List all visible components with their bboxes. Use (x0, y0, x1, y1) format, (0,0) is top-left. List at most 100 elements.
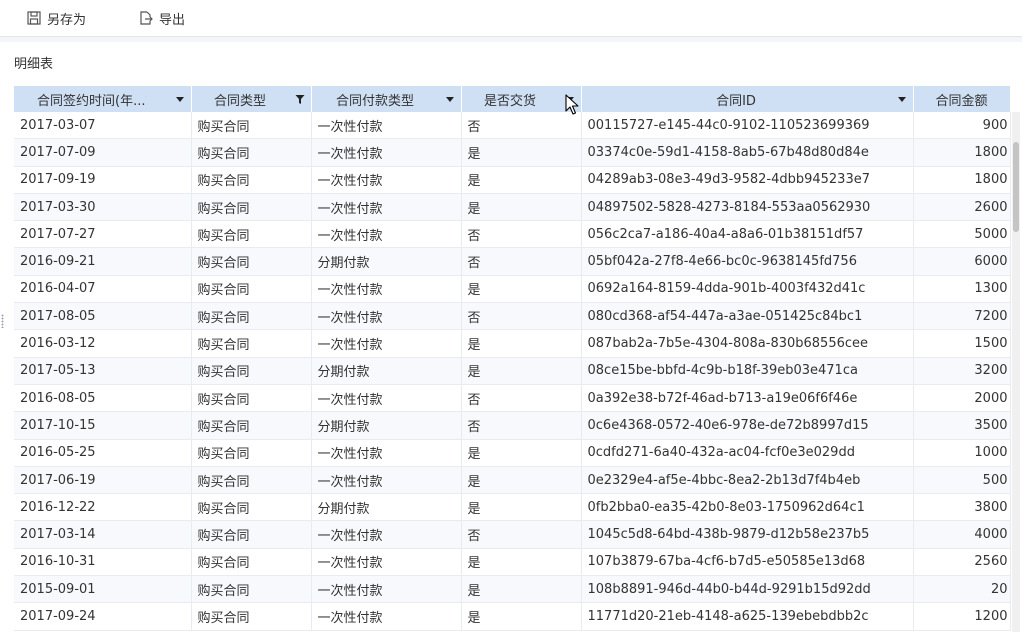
table-cell: 是 (461, 329, 582, 358)
table-cell: 2016-05-25 (14, 439, 192, 467)
table-row[interactable]: 2016-03-12 购买合同 一次性付款是 087bab2a-7b5e-4304-8… (14, 329, 1011, 358)
column-header-2[interactable]: 合同付款类型 (311, 86, 462, 112)
table-cell: 一次性付款 (311, 602, 462, 631)
table-cell: 购买合同 (191, 575, 312, 604)
table-cell: 2015-09-01 (14, 575, 192, 604)
table-cell: 00115727-e145-44c0-9102-110523699369 (581, 112, 914, 140)
column-header-label: 合同付款类型 (335, 93, 414, 109)
table-cell: 购买合同 (191, 247, 312, 276)
table-cell: 1800 (913, 166, 1011, 194)
table-cell: 是 (461, 138, 582, 167)
table-cell: 0fb2bba0-ea35-42b0-8e03-1750962d64c1 (581, 493, 914, 522)
table-cell: 一次性付款 (311, 193, 462, 222)
table-cell: 一次性付款 (311, 575, 462, 604)
table-cell: 购买合同 (191, 466, 312, 495)
table-row[interactable]: 2016-08-05 购买合同 一次性付款否 0a392e38-b72f-46ad-b… (14, 384, 1011, 413)
column-header-1[interactable]: 合同类型 (191, 86, 312, 112)
table-cell: 108b8891-946d-44b0-b44d-9291b15d92dd (581, 575, 914, 604)
table-cell: 否 (461, 520, 582, 549)
table-row[interactable]: 2017-10-15 购买合同 分期付款否 0c6e4368-0572-40e6-97… (14, 411, 1011, 440)
table-row[interactable]: 2015-09-01 购买合同 一次性付款是 108b8891-946d-44b0-b… (14, 575, 1011, 604)
table-row[interactable]: 2017-07-27 购买合同 一次性付款否 056c2ca7-a186-40a4-a… (14, 220, 1011, 249)
table-cell: 是 (461, 602, 582, 631)
column-header-3[interactable]: 是否交货 (461, 86, 582, 112)
table-cell: 购买合同 (191, 112, 312, 140)
table-cell: 7200 (913, 302, 1011, 331)
table-row[interactable]: 2016-09-21 购买合同 分期付款否 05bf042a-27f8-4e66-bc… (14, 247, 1011, 276)
table-cell: 0c6e4368-0572-40e6-978e-de72b8997d15 (581, 411, 914, 440)
table-body: 2017-03-07 购买合同 一次性付款否 00115727-e145-44c0-9… (14, 112, 1011, 631)
table-cell: 2017-08-05 (14, 302, 192, 331)
mouse-cursor-icon (565, 94, 579, 115)
table-row[interactable]: 2016-10-31 购买合同 一次性付款是 107b3879-67ba-4cf6-b… (14, 548, 1011, 577)
export-button[interactable]: 导出 (132, 0, 191, 36)
table-row[interactable]: 2017-06-19 购买合同 一次性付款是 0e2329e4-af5e-4bbc-8… (14, 466, 1011, 495)
table-cell: 2017-09-19 (14, 166, 192, 194)
table-cell: 3800 (913, 493, 1011, 522)
table-cell: 一次性付款 (311, 548, 462, 577)
table-cell: 3200 (913, 357, 1011, 385)
table-cell: 是 (461, 357, 582, 385)
table-row[interactable]: 2017-09-24 购买合同 一次性付款是 11771d20-21eb-4148-a… (14, 602, 1011, 631)
table-cell: 2017-07-09 (14, 138, 192, 167)
table-cell: 购买合同 (191, 520, 312, 549)
scrollbar-thumb[interactable] (1013, 142, 1019, 232)
table-row[interactable]: 2017-03-30 购买合同 一次性付款是 04897502-5828-4273-8… (14, 193, 1011, 222)
vertical-scrollbar[interactable] (1012, 112, 1020, 632)
table-cell: 一次性付款 (311, 439, 462, 467)
table-cell: 11771d20-21eb-4148-a625-139ebebdbb2c (581, 602, 914, 631)
dropdown-arrow-icon[interactable] (169, 94, 191, 104)
table-cell: 一次性付款 (311, 329, 462, 358)
table-cell: 2560 (913, 548, 1011, 577)
table-cell: 一次性付款 (311, 275, 462, 304)
export-label: 导出 (159, 12, 186, 28)
table-row[interactable]: 2017-05-13 购买合同 分期付款是 08ce15be-bbfd-4c9b-b1… (14, 357, 1011, 385)
dropdown-arrow-icon[interactable] (891, 94, 913, 104)
table-cell: 2017-03-07 (14, 112, 192, 140)
table-cell: 否 (461, 411, 582, 440)
toolbar-separator (0, 37, 1022, 42)
table-cell: 分期付款 (311, 247, 462, 276)
column-header-label: 合同ID (716, 93, 756, 109)
table-cell: 是 (461, 575, 582, 604)
table-cell: 2016-08-05 (14, 384, 192, 413)
table-row[interactable]: 2017-03-14 购买合同 一次性付款否 1045c5d8-64bd-438b-9… (14, 520, 1011, 549)
column-header-0[interactable]: 合同签约时间(年... (14, 86, 192, 112)
table-row[interactable]: 2017-09-19 购买合同 一次性付款是 04289ab3-08e3-49d3-9… (14, 166, 1011, 194)
table-cell: 107b3879-67ba-4cf6-b7d5-e50585e13d68 (581, 548, 914, 577)
table-cell: 5000 (913, 220, 1011, 249)
table-cell: 购买合同 (191, 411, 312, 440)
table-cell: 购买合同 (191, 220, 312, 249)
filter-icon[interactable] (289, 94, 311, 105)
table-row[interactable]: 2016-05-25 购买合同 一次性付款是 0cdfd271-6a40-432a-a… (14, 439, 1011, 467)
table-cell: 购买合同 (191, 493, 312, 522)
table-cell: 056c2ca7-a186-40a4-a8a6-01b38151df57 (581, 220, 914, 249)
table-cell: 2017-10-15 (14, 411, 192, 440)
column-header-4[interactable]: 合同ID (581, 86, 914, 112)
table-cell: 购买合同 (191, 548, 312, 577)
table-row[interactable]: 2017-07-09 购买合同 一次性付款是 03374c0e-59d1-4158-8… (14, 138, 1011, 167)
table-row[interactable]: 2017-08-05 购买合同 一次性付款否 080cd368-af54-447a-a… (14, 302, 1011, 331)
table-cell: 0cdfd271-6a40-432a-ac04-fcf0e3e029dd (581, 439, 914, 467)
table-cell: 500 (913, 466, 1011, 495)
table-cell: 1000 (913, 439, 1011, 467)
table-cell: 1800 (913, 138, 1011, 167)
table-cell: 购买合同 (191, 439, 312, 467)
table-cell: 04289ab3-08e3-49d3-9582-4dbb945233e7 (581, 166, 914, 194)
resize-handle[interactable] (1, 314, 4, 328)
table-row[interactable]: 2017-03-07 购买合同 一次性付款否 00115727-e145-44c0-9… (14, 112, 1011, 140)
table-row[interactable]: 2016-04-07 购买合同 一次性付款是 0692a164-8159-4dda-9… (14, 275, 1011, 304)
dropdown-arrow-icon[interactable] (439, 94, 461, 104)
table-cell: 2016-12-22 (14, 493, 192, 522)
column-header-5[interactable]: 合同金额 (913, 86, 1011, 112)
save-as-button[interactable]: 另存为 (20, 0, 92, 36)
table-row[interactable]: 2016-12-22 购买合同 分期付款是 0fb2bba0-ea35-42b0-8e… (14, 493, 1011, 522)
table-cell: 是 (461, 439, 582, 467)
table-cell: 分期付款 (311, 493, 462, 522)
table-cell: 一次性付款 (311, 220, 462, 249)
table-cell: 是 (461, 493, 582, 522)
table-cell: 一次性付款 (311, 384, 462, 413)
table-cell: 购买合同 (191, 329, 312, 358)
table-cell: 一次性付款 (311, 112, 462, 140)
table-cell: 一次性付款 (311, 520, 462, 549)
